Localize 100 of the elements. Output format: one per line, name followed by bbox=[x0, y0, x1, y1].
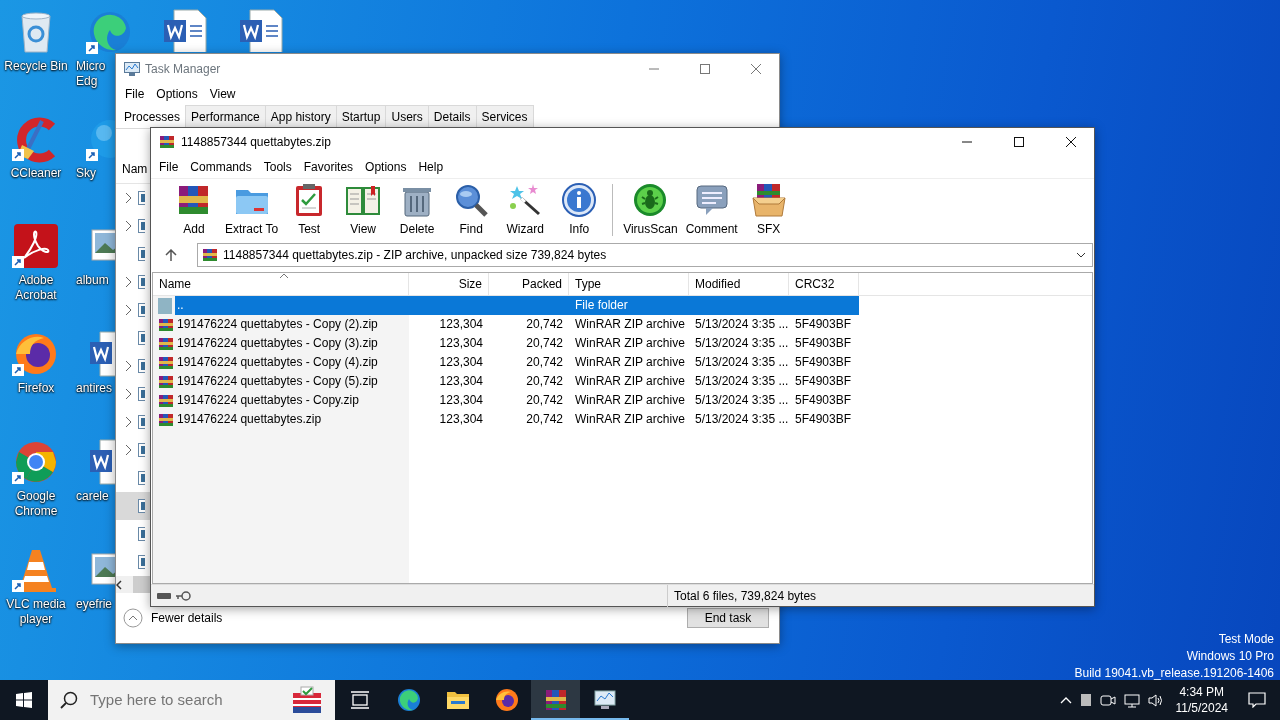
process-row[interactable] bbox=[116, 492, 151, 520]
file-row[interactable]: 191476224 quettabytes - Copy.zip 123,304 20,742 WinRAR ZIP archive 5/13/2024 3:35 ... 5F4903BF bbox=[175, 391, 859, 410]
file-name[interactable]: 191476224 quettabytes - Copy.zip bbox=[175, 391, 409, 410]
toolbar-button[interactable]: SFX bbox=[741, 180, 796, 240]
table-cell-text: 5F4903BF bbox=[794, 335, 853, 352]
expand-chevron-icon bbox=[124, 388, 132, 400]
toolbar-button[interactable]: Comment bbox=[681, 180, 742, 240]
key-icon bbox=[175, 590, 191, 601]
table-cell-text: 5F4903BF bbox=[794, 354, 853, 371]
camera-icon bbox=[1099, 693, 1116, 707]
table-cell-text: WinRAR ZIP archive bbox=[574, 373, 686, 390]
file-row[interactable]: .. File folder bbox=[175, 296, 859, 315]
scrollbar-thumb[interactable] bbox=[133, 576, 151, 593]
window-title: Task Manager bbox=[145, 61, 221, 78]
table-cell-text: 5/13/2024 3:35 ... bbox=[694, 316, 789, 333]
maximize-icon bbox=[1014, 137, 1024, 147]
window-title: 1148857344 quettabytes.zip bbox=[181, 134, 331, 151]
address-field[interactable]: 1148857344 quettabytes.zip - ZIP archive, unpacked size 739,824 bytes bbox=[197, 243, 1093, 267]
tab[interactable]: Users bbox=[385, 105, 429, 128]
table-cell-text: 5/13/2024 3:35 ... bbox=[694, 392, 789, 409]
icon-label[interactable]: carele bbox=[76, 489, 112, 504]
toolbar-button[interactable]: Info bbox=[552, 180, 607, 240]
file-name[interactable]: 191476224 quettabytes - Copy (5).zip bbox=[175, 372, 409, 391]
archive-icon bbox=[158, 335, 174, 352]
table-cell-text: 123,304 bbox=[438, 373, 484, 390]
menu-item[interactable]: Options bbox=[359, 158, 413, 176]
toolbar-button[interactable]: VirusScan bbox=[619, 180, 682, 240]
tab[interactable]: Performance bbox=[185, 105, 266, 128]
file-name[interactable]: 191476224 quettabytes - Copy (3).zip bbox=[175, 334, 409, 353]
menu-item[interactable]: File bbox=[119, 85, 151, 103]
table-cell-text: 20,742 bbox=[525, 354, 564, 371]
file-row[interactable]: 191476224 quettabytes - Copy (2).zip 123,304 20,742 WinRAR ZIP archive 5/13/2024 3:35 ... 5F4903BF bbox=[175, 315, 859, 334]
close-icon bbox=[751, 64, 761, 74]
task-view-icon bbox=[349, 691, 370, 709]
table-cell-text: WinRAR ZIP archive bbox=[574, 335, 686, 352]
taskbar-app-button[interactable] bbox=[531, 680, 580, 720]
search-bar[interactable]: Type here to search bbox=[48, 680, 335, 720]
network-icon bbox=[1123, 692, 1140, 708]
menu-item[interactable]: View bbox=[203, 85, 242, 103]
fewer-details-link[interactable]: Fewer details bbox=[151, 609, 223, 627]
toolbar-button[interactable]: Add bbox=[167, 180, 221, 240]
table-cell-text: 5F4903BF bbox=[794, 373, 853, 390]
menu-item[interactable]: Help bbox=[412, 158, 450, 176]
table-cell-text: 20,742 bbox=[525, 316, 564, 333]
toolbar-button[interactable]: Test bbox=[282, 180, 337, 240]
archive-icon bbox=[158, 316, 174, 333]
file-row[interactable]: 191476224 quettabytes - Copy (5).zip 123,304 20,742 WinRAR ZIP archive 5/13/2024 3:35 ... 5F4903BF bbox=[175, 372, 859, 391]
menu-item[interactable]: Commands bbox=[184, 158, 258, 176]
archive-icon bbox=[158, 392, 174, 409]
chevron-up-icon bbox=[1059, 695, 1072, 705]
table-cell-text: WinRAR ZIP archive bbox=[574, 411, 686, 428]
end-task-button[interactable]: End task bbox=[687, 608, 769, 628]
file-name[interactable]: 191476224 quettabytes - Copy (4).zip bbox=[175, 353, 409, 372]
table-cell-text: 5F4903BF bbox=[794, 392, 853, 409]
close-icon bbox=[1066, 137, 1076, 147]
archive-icon bbox=[543, 688, 568, 712]
expand-chevron-icon bbox=[124, 276, 132, 288]
system-text: Windows 10 Pro bbox=[1186, 648, 1274, 665]
volume-icon bbox=[1147, 692, 1164, 708]
menu-item[interactable]: Favorites bbox=[297, 158, 360, 176]
table-cell-text: 5/13/2024 3:35 ... bbox=[694, 354, 789, 371]
table-cell-text: 5/13/2024 3:35 ... bbox=[694, 373, 789, 390]
toolbar-button[interactable]: View bbox=[336, 180, 391, 240]
table-cell-text: 20,742 bbox=[525, 392, 564, 409]
clock-button[interactable]: 4:34 PM 11/5/2024 bbox=[1167, 680, 1236, 720]
toolbar-button[interactable]: Delete bbox=[390, 180, 445, 240]
toolbar-button[interactable]: Wizard bbox=[498, 180, 553, 240]
monitor-icon bbox=[592, 688, 617, 712]
table-cell-text: File folder bbox=[574, 297, 629, 314]
collapse-icon bbox=[123, 608, 143, 628]
archive-icon bbox=[158, 411, 174, 428]
toolbar-button[interactable]: Extract To bbox=[221, 180, 283, 240]
menu-item[interactable]: Options bbox=[150, 85, 204, 103]
table-cell-text: 123,304 bbox=[438, 335, 484, 352]
toolbar-button[interactable]: Find bbox=[444, 180, 499, 240]
table-cell-text: 5F4903BF bbox=[794, 316, 853, 333]
clock-time: 4:34 PM bbox=[1179, 684, 1225, 700]
file-row[interactable]: 191476224 quettabytes - Copy (4).zip 123,304 20,742 WinRAR ZIP archive 5/13/2024 3:35 ... 5F4903BF bbox=[175, 353, 859, 372]
search-icon bbox=[453, 182, 490, 218]
file-name[interactable]: .. bbox=[175, 296, 409, 315]
search-input[interactable]: Type here to search bbox=[88, 687, 279, 713]
fox-icon bbox=[494, 688, 519, 712]
table-cell-text: 5/13/2024 3:35 ... bbox=[694, 335, 789, 352]
up-arrow-icon bbox=[165, 249, 177, 261]
expand-chevron-icon bbox=[124, 416, 132, 428]
status-text: Total 6 files, 739,824 bytes bbox=[667, 584, 817, 607]
column-header[interactable]: Nam bbox=[122, 162, 148, 176]
menu-item[interactable]: File bbox=[153, 158, 185, 176]
table-cell-text: WinRAR ZIP archive bbox=[574, 392, 686, 409]
table-cell-text: 20,742 bbox=[525, 373, 564, 390]
browser-icon bbox=[396, 688, 421, 712]
file-name[interactable]: 191476224 quettabytes - Copy (2).zip bbox=[175, 315, 409, 334]
table-cell-text: 5/13/2024 3:35 ... bbox=[694, 411, 789, 428]
file-row[interactable]: 191476224 quettabytes - Copy (3).zip 123,304 20,742 WinRAR ZIP archive 5/13/2024 3:35 ... 5F4903BF bbox=[175, 334, 859, 353]
menu-item[interactable]: Tools bbox=[257, 158, 298, 176]
info-icon bbox=[561, 182, 598, 218]
table-cell-text: 20,742 bbox=[525, 335, 564, 352]
table-cell-text: 20,742 bbox=[525, 411, 564, 428]
file-name[interactable]: 191476224 quettabytes.zip bbox=[175, 410, 409, 429]
file-row[interactable]: 191476224 quettabytes.zip 123,304 20,742 WinRAR ZIP archive 5/13/2024 3:35 ... 5F4903BF bbox=[175, 410, 859, 429]
